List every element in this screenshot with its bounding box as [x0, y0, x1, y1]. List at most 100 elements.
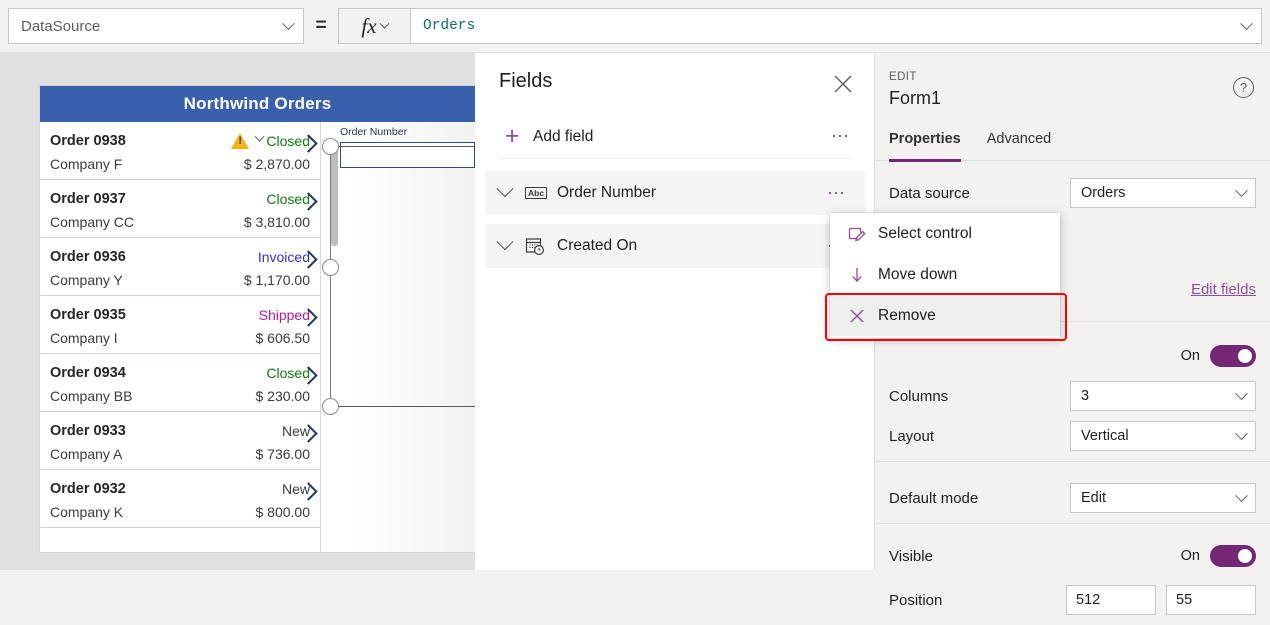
gallery-item-order: Order 0937: [50, 191, 126, 207]
selection-guide-top: [330, 146, 475, 147]
chevron-down-icon[interactable]: [496, 233, 514, 251]
date-time-icon: [525, 236, 551, 256]
data-source-dropdown[interactable]: Orders: [1070, 178, 1256, 208]
selection-handle-top[interactable]: [322, 138, 339, 155]
selection-handle-middle[interactable]: [322, 259, 339, 276]
field-context-menu[interactable]: Select control Move down Remove: [830, 213, 1060, 338]
gallery-item[interactable]: Order 0932 New Company K $ 800.00: [40, 470, 320, 528]
field-name: Order Number: [557, 184, 657, 201]
formula-input[interactable]: Orders: [410, 8, 1262, 44]
prop-row-visible: Visible On: [875, 531, 1270, 581]
gallery-item[interactable]: Order 0938ClosedCompany F$ 2,870.00: [40, 122, 320, 180]
chevron-down-icon[interactable]: [496, 180, 514, 198]
gallery-scrollbar-thumb[interactable]: [331, 148, 338, 246]
formula-text: Orders: [423, 18, 476, 34]
properties-tabs: Properties Advanced: [875, 131, 1270, 162]
chevron-down-icon: [1235, 183, 1248, 197]
gallery-item[interactable]: Order 0937 Closed Company CC $ 3,810.00: [40, 180, 320, 238]
gallery-item-order: Order 0933: [50, 423, 126, 439]
field-row[interactable]: Created On⋯: [485, 224, 865, 268]
warning-icon[interactable]: [231, 131, 265, 149]
context-menu-item-move-down[interactable]: Move down: [830, 254, 1060, 295]
help-icon[interactable]: ?: [1233, 77, 1254, 98]
panel-kicker: EDIT: [889, 71, 917, 83]
columns-dropdown[interactable]: 3: [1070, 381, 1256, 411]
chevron-down-icon: [1235, 386, 1248, 400]
context-menu-item-select-control[interactable]: Select control: [830, 213, 1060, 254]
edit-form[interactable]: Order Number: [340, 126, 475, 168]
chevron-down-icon[interactable]: [254, 131, 265, 142]
fields-panel-title: Fields: [499, 70, 553, 92]
gallery-item-amount: $ 736.00: [255, 446, 311, 462]
fx-dropdown-button[interactable]: fx: [338, 8, 410, 44]
property-selector-dropdown[interactable]: DataSource: [8, 8, 304, 44]
add-field-button[interactable]: + Add field ⋯: [499, 115, 851, 159]
chevron-down-icon: [282, 16, 295, 30]
position-label: Position: [889, 591, 943, 609]
gallery-item-company: Company K: [50, 504, 124, 520]
gallery-item-company: Company CC: [50, 214, 135, 230]
gallery-item-amount: $ 1,170.00: [243, 272, 310, 288]
arrow-down-icon: [848, 266, 878, 284]
add-field-label: Add field: [533, 127, 594, 145]
fields-panel: Fields + Add field ⋯ Abc Order Number ⋯ Cre…: [475, 53, 875, 570]
visible-toggle[interactable]: [1210, 545, 1256, 567]
app-canvas[interactable]: Northwind Orders Order 0938ClosedCompany…: [0, 53, 475, 570]
selection-handle-bottom[interactable]: [322, 398, 339, 415]
gallery-item-amount: $ 606.50: [255, 330, 311, 346]
chevron-down-icon: [1235, 426, 1248, 440]
edit-control-icon: [848, 225, 878, 243]
gallery-item-order: Order 0935: [50, 307, 126, 323]
control-name: Form1: [889, 88, 942, 108]
gallery-item-company: Company A: [50, 446, 123, 462]
layout-label: Layout: [889, 427, 935, 445]
plus-icon: +: [504, 122, 520, 150]
chevron-down-icon: [379, 18, 390, 29]
default-mode-label: Default mode: [889, 489, 979, 507]
app-screen: Northwind Orders Order 0938ClosedCompany…: [40, 86, 475, 552]
ellipsis-icon[interactable]: ⋯: [831, 126, 851, 147]
field-name: Created On: [557, 237, 638, 254]
order-number-label: Order Number: [340, 126, 408, 138]
prop-row-data-source: Data source Orders: [875, 168, 1270, 218]
tab-properties[interactable]: Properties: [889, 131, 961, 162]
columns-value: 3: [1081, 388, 1090, 404]
formula-bar: DataSource = fx Orders: [0, 0, 1270, 53]
tab-advanced[interactable]: Advanced: [987, 131, 1052, 161]
gallery-item-order: Order 0936: [50, 249, 126, 265]
divider: [875, 523, 1270, 524]
gallery-item-order: Order 0934: [50, 365, 126, 381]
gallery-item[interactable]: Order 0933 New Company A $ 736.00: [40, 412, 320, 470]
field-row[interactable]: Abc Order Number ⋯: [485, 171, 865, 215]
property-selector-value: DataSource: [21, 17, 101, 35]
orders-gallery[interactable]: Order 0938ClosedCompany F$ 2,870.00Order…: [40, 122, 321, 552]
gallery-item-amount: $ 230.00: [255, 388, 311, 404]
gallery-item[interactable]: Order 0935 Shipped Company I $ 606.50: [40, 296, 320, 354]
chevron-down-icon[interactable]: [1240, 16, 1253, 30]
gallery-item[interactable]: Order 0936 Invoiced Company Y $ 1,170.00: [40, 238, 320, 296]
default-mode-dropdown[interactable]: Edit: [1070, 483, 1256, 513]
gallery-item-company: Company BB: [50, 388, 133, 404]
position-y-input[interactable]: 55: [1166, 585, 1256, 615]
default-mode-value: Edit: [1081, 490, 1106, 506]
snap-to-columns-toggle[interactable]: [1210, 345, 1256, 367]
context-menu-item-label: Remove: [878, 306, 936, 324]
edit-fields-link[interactable]: Edit fields: [1191, 281, 1256, 298]
data-source-value: Orders: [1081, 185, 1126, 201]
prop-row-default-mode: Default mode Edit: [875, 473, 1270, 523]
gallery-item-company: Company Y: [50, 272, 123, 288]
gallery-item-company: Company F: [50, 156, 123, 172]
layout-dropdown[interactable]: Vertical: [1070, 421, 1256, 451]
app-header-title: Northwind Orders: [40, 86, 475, 122]
gallery-item-company: Company I: [50, 330, 118, 346]
prop-row-layout: Layout Vertical: [875, 411, 1270, 461]
position-x-input[interactable]: 512: [1066, 585, 1156, 615]
context-menu-item-remove[interactable]: Remove: [830, 295, 1060, 336]
gallery-item-order: Order 0938: [50, 133, 126, 149]
close-icon[interactable]: [832, 73, 854, 95]
ellipsis-icon[interactable]: ⋯: [827, 183, 847, 204]
gallery-item-amount: $ 3,810.00: [243, 214, 310, 230]
gallery-item[interactable]: Order 0934 Closed Company BB $ 230.00: [40, 354, 320, 412]
visible-label: Visible: [889, 547, 933, 565]
fx-icon: fx: [361, 13, 377, 38]
